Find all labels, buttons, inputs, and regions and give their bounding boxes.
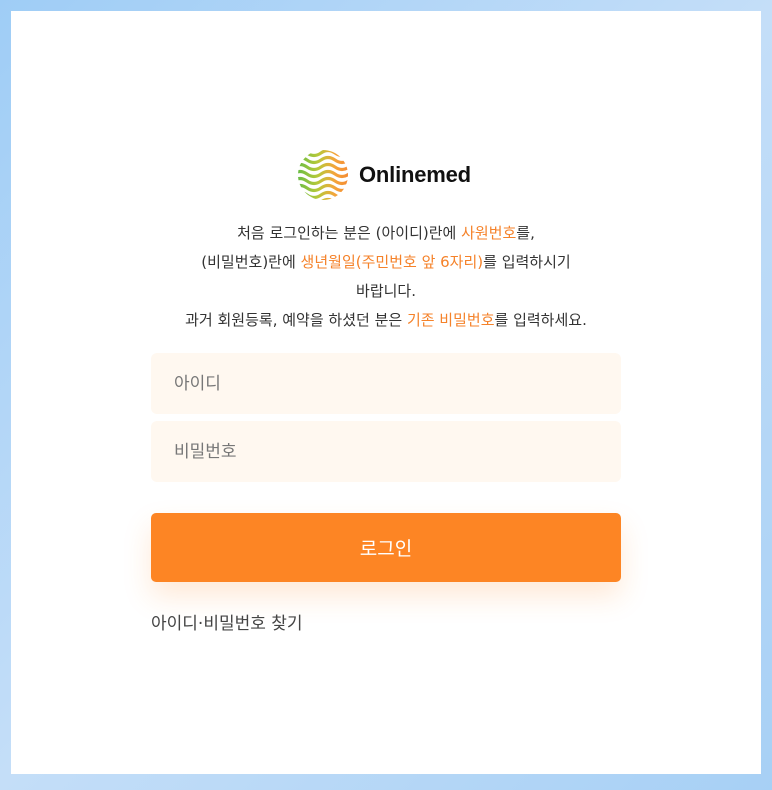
instruction-line-4: 과거 회원등록, 예약을 하셨던 분은 기존 비밀번호를 입력하세요.: [11, 306, 761, 335]
wavy-globe-icon: [298, 150, 348, 200]
instruction-highlight: 사원번호: [461, 224, 517, 242]
instruction-text: (비밀번호)란에: [201, 253, 301, 271]
instruction-highlight: 생년월일(주민번호 앞 6자리): [300, 253, 484, 271]
instruction-line-3: 바랍니다.: [356, 282, 416, 300]
instruction-line-1: 처음 로그인하는 분은 (아이디)란에 사원번호를,: [11, 219, 761, 248]
login-button[interactable]: 로그인: [151, 513, 621, 582]
instruction-text: 를 입력하세요.: [494, 311, 587, 329]
instruction-text: 를 입력하시기: [483, 253, 571, 271]
id-field[interactable]: [151, 353, 621, 414]
instruction-highlight: 기존 비밀번호: [406, 311, 495, 329]
brand-header: Onlinemed: [297, 149, 471, 201]
find-id-password-link[interactable]: 아이디·비밀번호 찾기: [151, 609, 303, 634]
password-input[interactable]: [172, 440, 600, 463]
login-card: Onlinemed 처음 로그인하는 분은 (아이디)란에 사원번호를, (비밀…: [11, 11, 761, 774]
instruction-text: 처음 로그인하는 분은 (아이디)란에: [237, 224, 462, 242]
instruction-text: 과거 회원등록, 예약을 하셨던 분은: [185, 311, 407, 329]
brand-name: Onlinemed: [359, 162, 471, 187]
instruction-line-2: (비밀번호)란에 생년월일(주민번호 앞 6자리)를 입력하시기: [11, 248, 761, 277]
password-field[interactable]: [151, 421, 621, 482]
instruction-text: 를,: [516, 224, 535, 242]
login-instructions: 처음 로그인하는 분은 (아이디)란에 사원번호를, (비밀번호)란에 생년월일…: [11, 219, 761, 335]
id-input[interactable]: [172, 372, 600, 395]
